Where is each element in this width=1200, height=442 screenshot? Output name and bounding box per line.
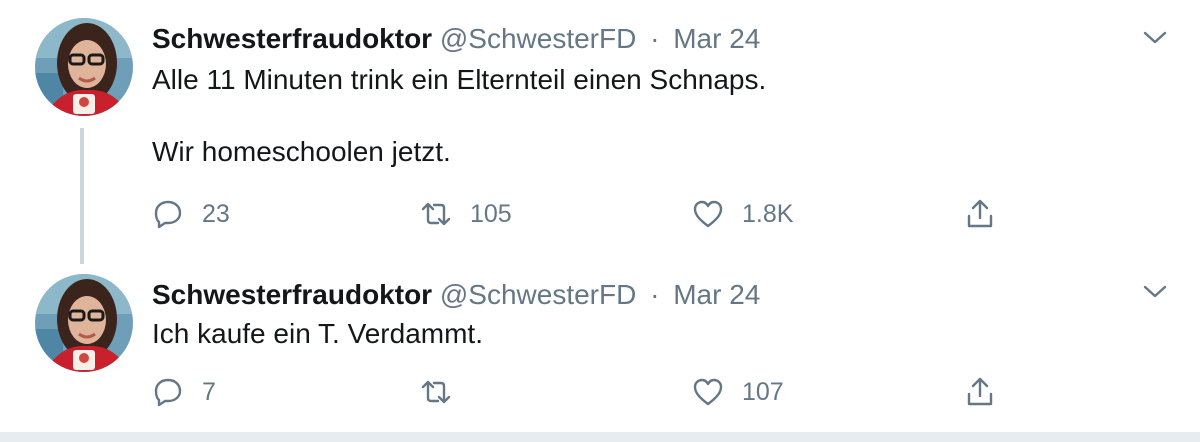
- like-button[interactable]: 107: [692, 372, 784, 412]
- tweet-header: Schwesterfraudoktor @SchwesterFD · Mar 2…: [152, 22, 760, 56]
- retweet-button[interactable]: 105: [420, 194, 512, 234]
- tweet-actions: 7 107: [152, 372, 1022, 412]
- retweet-button[interactable]: [420, 372, 470, 412]
- like-count: 1.8K: [742, 199, 794, 228]
- author-name[interactable]: Schwesterfraudoktor: [152, 279, 432, 310]
- avatar[interactable]: [35, 18, 133, 116]
- author-name[interactable]: Schwesterfraudoktor: [152, 23, 432, 54]
- author-handle[interactable]: @SchwesterFD: [440, 279, 636, 310]
- reply-button[interactable]: 7: [152, 372, 216, 412]
- separator-dot: ·: [650, 279, 660, 310]
- like-button[interactable]: 1.8K: [692, 194, 793, 234]
- share-button[interactable]: [964, 194, 996, 234]
- tweet-text: Alle 11 Minuten trink ein Elternteil ein…: [152, 64, 767, 167]
- heart-icon: [693, 378, 723, 406]
- tweet-actions: 23 105 1.8K: [152, 194, 1022, 234]
- retweet-icon: [421, 380, 451, 404]
- tweet[interactable]: Schwesterfraudoktor @SchwesterFD · Mar 2…: [0, 264, 1200, 432]
- reply-button[interactable]: 23: [152, 194, 230, 234]
- avatar[interactable]: [35, 274, 133, 372]
- tweet-date[interactable]: Mar 24: [673, 279, 760, 310]
- reply-icon: [154, 200, 182, 229]
- chevron-down-icon[interactable]: [1142, 24, 1168, 50]
- reply-count: 23: [202, 199, 230, 228]
- tweet-date[interactable]: Mar 24: [673, 23, 760, 54]
- tweet[interactable]: Schwesterfraudoktor @SchwesterFD · Mar 2…: [0, 0, 1200, 255]
- reply-count: 7: [202, 377, 216, 406]
- heart-icon: [693, 200, 723, 228]
- share-icon: [967, 377, 993, 406]
- retweet-icon: [421, 202, 451, 226]
- tweet-text: Ich kaufe ein T. Verdammt.: [152, 318, 483, 349]
- share-button[interactable]: [964, 372, 996, 412]
- author-handle[interactable]: @SchwesterFD: [440, 23, 636, 54]
- like-count: 107: [742, 377, 784, 406]
- timeline-divider: [0, 432, 1200, 442]
- separator-dot: ·: [650, 23, 660, 54]
- share-icon: [967, 199, 993, 228]
- tweet-header: Schwesterfraudoktor @SchwesterFD · Mar 2…: [152, 278, 760, 312]
- reply-icon: [154, 378, 182, 407]
- retweet-count: 105: [470, 199, 512, 228]
- chevron-down-icon[interactable]: [1142, 278, 1168, 304]
